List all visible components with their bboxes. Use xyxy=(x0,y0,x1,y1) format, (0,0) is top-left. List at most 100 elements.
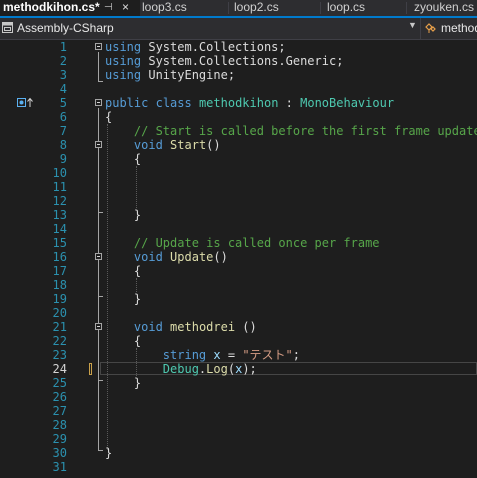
pin-icon[interactable]: ⊣ xyxy=(104,0,113,15)
code-line[interactable]: 27 xyxy=(0,404,477,418)
code-line[interactable]: 18 xyxy=(0,278,477,292)
code-text: string x = "テスト"; xyxy=(105,348,300,362)
code-token: ( xyxy=(227,362,236,376)
code-line[interactable]: 12 xyxy=(0,194,477,208)
code-line[interactable]: 23 string x = "テスト"; xyxy=(0,348,477,362)
code-text: void methodrei () xyxy=(105,320,257,334)
line-number: 23 xyxy=(52,348,67,362)
code-token: // Update is called once per frame xyxy=(105,236,380,250)
code-line[interactable]: 10 xyxy=(0,166,477,180)
collapse-toggle-icon[interactable] xyxy=(95,141,102,148)
code-line[interactable]: 11 xyxy=(0,180,477,194)
chevron-down-icon[interactable]: ▼ xyxy=(408,20,417,30)
code-token: System.Collections; xyxy=(141,40,286,54)
code-text: public class methodkihon : MonoBehaviour xyxy=(105,96,394,110)
code-text: { xyxy=(105,110,112,124)
navigation-bar: Assembly-CSharp ▼ methodkihon xyxy=(0,16,477,40)
project-dropdown[interactable]: Assembly-CSharp ▼ xyxy=(0,19,420,39)
code-line[interactable]: 19 } xyxy=(0,292,477,306)
code-line[interactable]: 26 xyxy=(0,390,477,404)
code-token: } xyxy=(105,446,113,460)
tab-label: methodkihon.cs* xyxy=(3,0,100,14)
code-line[interactable]: 1 using System.Collections; xyxy=(0,40,477,54)
tab-loop2[interactable]: loop2.cs xyxy=(234,0,279,16)
line-number: 24 xyxy=(52,362,67,376)
code-line[interactable]: 20 xyxy=(0,306,477,320)
code-line[interactable]: 21 void methodrei () xyxy=(0,320,477,334)
code-line[interactable]: 14 xyxy=(0,222,477,236)
line-number: 4 xyxy=(59,82,67,96)
line-number: 20 xyxy=(52,306,67,320)
code-token: Log xyxy=(206,362,228,376)
code-token: () xyxy=(235,320,257,334)
tab-separator xyxy=(320,2,321,14)
code-line[interactable]: 15 // Update is called once per frame xyxy=(0,236,477,250)
code-line[interactable]: 7 // Start is called before the first fr… xyxy=(0,124,477,138)
code-line[interactable]: 13 } xyxy=(0,208,477,222)
code-text: } xyxy=(105,292,141,306)
line-number: 19 xyxy=(52,292,67,306)
line-number: 21 xyxy=(52,320,67,334)
code-line[interactable]: 3 using UnityEngine; xyxy=(0,68,477,82)
member-dropdown[interactable]: methodkihon xyxy=(424,19,477,39)
line-number: 28 xyxy=(52,418,67,432)
code-line[interactable]: 6{ xyxy=(0,110,477,124)
collapse-toggle-icon[interactable] xyxy=(95,99,102,106)
code-token: string xyxy=(162,348,207,362)
code-line[interactable]: 22 { xyxy=(0,334,477,348)
code-line[interactable]: 5 public class methodkihon : MonoBehaviou… xyxy=(0,96,477,110)
tab-separator xyxy=(406,2,407,14)
code-line[interactable]: 8 void Start() xyxy=(0,138,477,152)
code-line[interactable]: 31 xyxy=(0,460,477,474)
code-line[interactable]: 4 xyxy=(0,82,477,96)
line-number: 7 xyxy=(59,124,67,138)
close-tab-icon[interactable]: × xyxy=(122,0,129,15)
code-text: void Start() xyxy=(105,138,221,152)
collapse-toggle-icon[interactable] xyxy=(95,253,102,260)
code-line[interactable]: 17 { xyxy=(0,264,477,278)
collapse-toggle-icon[interactable] xyxy=(95,323,102,330)
code-line[interactable]: 30} xyxy=(0,446,477,460)
line-number: 13 xyxy=(52,208,67,222)
code-token: } xyxy=(105,376,142,390)
collapse-toggle-icon[interactable] xyxy=(95,43,102,50)
tab-loop[interactable]: loop.cs xyxy=(327,0,365,16)
line-number: 30 xyxy=(52,446,67,460)
code-token: using xyxy=(105,40,142,54)
line-number: 14 xyxy=(52,222,67,236)
code-editor[interactable]: 1 using System.Collections; 2 using System.… xyxy=(0,40,477,478)
line-number: 17 xyxy=(52,264,67,278)
code-line[interactable]: 29 xyxy=(0,432,477,446)
code-line[interactable]: 16 void Update() xyxy=(0,250,477,264)
tab-loop3[interactable]: loop3.cs xyxy=(142,0,187,16)
line-number: 27 xyxy=(52,404,67,418)
code-token: // Start is called before the first fram… xyxy=(105,124,477,138)
project-name: Assembly-CSharp xyxy=(17,21,114,35)
code-line[interactable]: 28 xyxy=(0,418,477,432)
code-token: void xyxy=(133,138,163,152)
code-text: } xyxy=(105,208,141,222)
line-number: 18 xyxy=(52,278,67,292)
code-token: : xyxy=(278,96,301,110)
code-token: Debug xyxy=(162,362,199,376)
code-text: } xyxy=(105,446,112,460)
code-text: { xyxy=(105,152,141,166)
code-text: { xyxy=(105,264,141,278)
code-token: "テスト" xyxy=(242,348,293,362)
class-member-icon xyxy=(425,23,436,33)
code-text: using UnityEngine; xyxy=(105,68,235,82)
line-number: 2 xyxy=(59,54,67,68)
tab-zyouken[interactable]: zyouken.cs xyxy=(414,0,474,16)
code-token: { xyxy=(105,152,142,166)
line-number: 15 xyxy=(52,236,67,250)
code-line[interactable]: 24 Debug.Log(x); xyxy=(0,362,477,376)
code-line[interactable]: 9 { xyxy=(0,152,477,166)
code-line[interactable]: 25 } xyxy=(0,376,477,390)
tab-methodkihon[interactable]: methodkihon.cs* ⊣ × xyxy=(0,0,140,16)
code-line[interactable]: 2 using System.Collections.Generic; xyxy=(0,54,477,68)
